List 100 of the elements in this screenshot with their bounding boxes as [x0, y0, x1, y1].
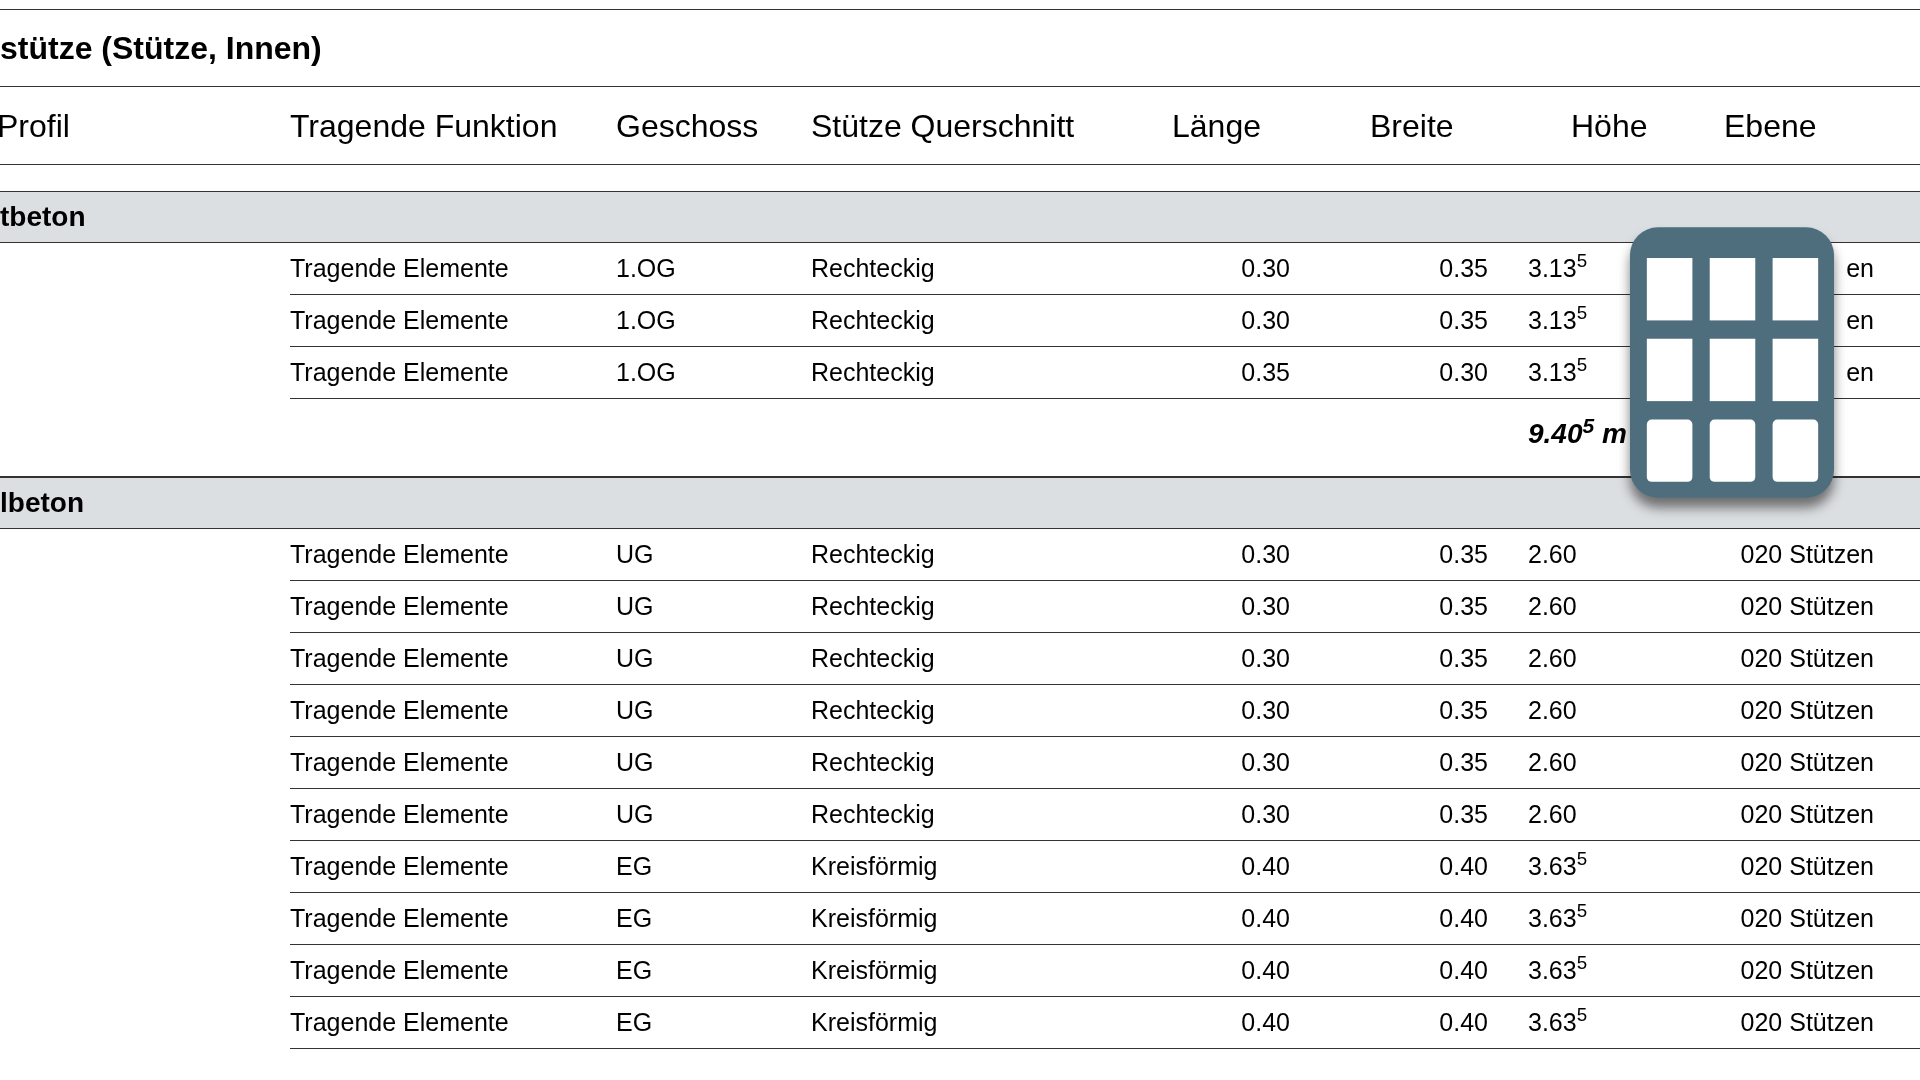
schedule-title: stütze (Stütze, Innen)	[0, 29, 322, 68]
table-cell-text: 0.35	[1439, 642, 1488, 674]
table-cell-text: 0.40	[1439, 902, 1488, 934]
table-cell-text: UG	[616, 694, 654, 726]
table-cell-text: Tragende Elemente	[290, 642, 509, 674]
table-cell-text: UG	[616, 590, 654, 622]
table-cell-text: 3.13$^{5}$	[1528, 301, 1588, 336]
table-cell-text: Tragende Elemente	[290, 252, 509, 284]
table-cell-text: EG	[616, 850, 653, 882]
table-cell-text: 2.60	[1528, 694, 1577, 726]
table-cell-text: 0.40	[1241, 954, 1290, 986]
table-cell-text: Tragende Elemente	[290, 902, 509, 934]
table-cell-text: Rechteckig	[811, 642, 935, 674]
table-cell-text: 1.OG	[616, 356, 676, 388]
column-header: Breite	[1370, 107, 1454, 144]
table-cell-text: 0.30	[1241, 590, 1290, 622]
table-cell-text: 3.63$^{5}$	[1528, 847, 1588, 882]
table-cell-text: Tragende Elemente	[290, 304, 509, 336]
table-cell-text: Tragende Elemente	[290, 746, 509, 778]
table-cell-text: 3.63$^{5}$	[1528, 1003, 1588, 1038]
table-cell-text: 3.63$^{5}$	[1528, 899, 1588, 934]
table-cell-text: 0.35	[1439, 538, 1488, 570]
table-cell-text: UG	[616, 798, 654, 830]
table-cell-text: en	[1846, 304, 1874, 336]
table-cell-text: en	[1846, 356, 1874, 388]
table-cell-text: UG	[616, 746, 654, 778]
table-cell-text: EG	[616, 1006, 653, 1038]
table-cell-text: 020 Stützen	[1740, 850, 1874, 882]
table-cell-text: EG	[616, 954, 653, 986]
table-cell-text: 0.40	[1241, 902, 1290, 934]
column-header: Tragende Funktion	[290, 107, 558, 144]
table-cell-text: 2.60	[1528, 746, 1577, 778]
table-cell-text: UG	[616, 642, 654, 674]
table-cell-text: 0.30	[1241, 304, 1290, 336]
table-cell-text: 0.30	[1241, 538, 1290, 570]
table-cell-text: 1.OG	[616, 304, 676, 336]
table-cell-text: 3.13$^{5}$	[1528, 249, 1588, 284]
table-cell-text: 0.35	[1241, 356, 1290, 388]
table-cell-text: 2.60	[1528, 798, 1577, 830]
column-header: Ebene	[1724, 107, 1817, 144]
table-cell-text: 0.40	[1241, 1006, 1290, 1038]
table-cell-text: 020 Stützen	[1740, 1006, 1874, 1038]
table-cell-text: Rechteckig	[811, 538, 935, 570]
table-cell-text: 0.30	[1439, 356, 1488, 388]
table-cell-text: Rechteckig	[811, 746, 935, 778]
table-cell-text: en	[1846, 252, 1874, 284]
table-cell-text: 0.35	[1439, 798, 1488, 830]
table-cell-text: Tragende Elemente	[290, 356, 509, 388]
table-cell-text: Tragende Elemente	[290, 538, 509, 570]
table-cell-text: Tragende Elemente	[290, 954, 509, 986]
column-header: Stütze Querschnitt	[811, 107, 1075, 144]
table-cell-text: 0.35	[1439, 746, 1488, 778]
table-cell-text: 020 Stützen	[1740, 798, 1874, 830]
column-header: Höhe	[1571, 107, 1648, 144]
table-cell-text: Rechteckig	[811, 356, 935, 388]
table-icon	[1630, 226, 1834, 499]
table-cell-text: Tragende Elemente	[290, 694, 509, 726]
column-header: Geschoss	[616, 107, 759, 144]
table-cell-text: Rechteckig	[811, 252, 935, 284]
table-cell-text: 2.60	[1528, 538, 1577, 570]
table-cell-text: 0.35	[1439, 252, 1488, 284]
table-cell-text: Rechteckig	[811, 590, 935, 622]
table-cell-text: 0.40	[1439, 1006, 1488, 1038]
table-cell-text: Kreisförmig	[811, 850, 938, 882]
table-cell-text: EG	[616, 902, 653, 934]
table-cell-text: 2.60	[1528, 642, 1577, 674]
table-cell-text: 0.40	[1439, 954, 1488, 986]
table-cell-text: 3.13$^{5}$	[1528, 353, 1588, 388]
table-cell-text: 020 Stützen	[1740, 902, 1874, 934]
table-cell-text: 0.35	[1439, 590, 1488, 622]
table-cell-text: 020 Stützen	[1740, 954, 1874, 986]
table-cell-text: 1.OG	[616, 252, 676, 284]
table-cell-text: Tragende Elemente	[290, 850, 509, 882]
total-value: 9.40$^{5}$ m	[1528, 418, 1627, 449]
table-cell-text: Kreisförmig	[811, 1006, 938, 1038]
group-name: tbeton	[0, 200, 86, 234]
table-cell-text: 2.60	[1528, 590, 1577, 622]
table-cell-text: 020 Stützen	[1740, 538, 1874, 570]
table-cell-text: 3.63$^{5}$	[1528, 951, 1588, 986]
table-cell-text: 0.40	[1241, 850, 1290, 882]
table-cell-text: UG	[616, 538, 654, 570]
column-header: Länge	[1172, 107, 1261, 144]
table-cell-text: 0.30	[1241, 642, 1290, 674]
table-cell-text: Rechteckig	[811, 694, 935, 726]
table-cell-text: Kreisförmig	[811, 902, 938, 934]
column-header: Profil	[0, 107, 70, 144]
table-cell-text: Rechteckig	[811, 304, 935, 336]
table-cell-text: 0.30	[1241, 694, 1290, 726]
table-cell-text: Kreisförmig	[811, 954, 938, 986]
table-cell-text: Tragende Elemente	[290, 1006, 509, 1038]
table-cell-text: 0.35	[1439, 694, 1488, 726]
table-cell-text: 020 Stützen	[1740, 746, 1874, 778]
table-cell-text: 020 Stützen	[1740, 642, 1874, 674]
table-cell-text: Tragende Elemente	[290, 590, 509, 622]
table-cell-text: 020 Stützen	[1740, 694, 1874, 726]
group-name: lbeton	[0, 486, 84, 520]
table-cell-text: 020 Stützen	[1740, 590, 1874, 622]
table-cell-text: 0.30	[1241, 746, 1290, 778]
table-cell-text: Rechteckig	[811, 798, 935, 830]
table-cell-text: 0.30	[1241, 252, 1290, 284]
